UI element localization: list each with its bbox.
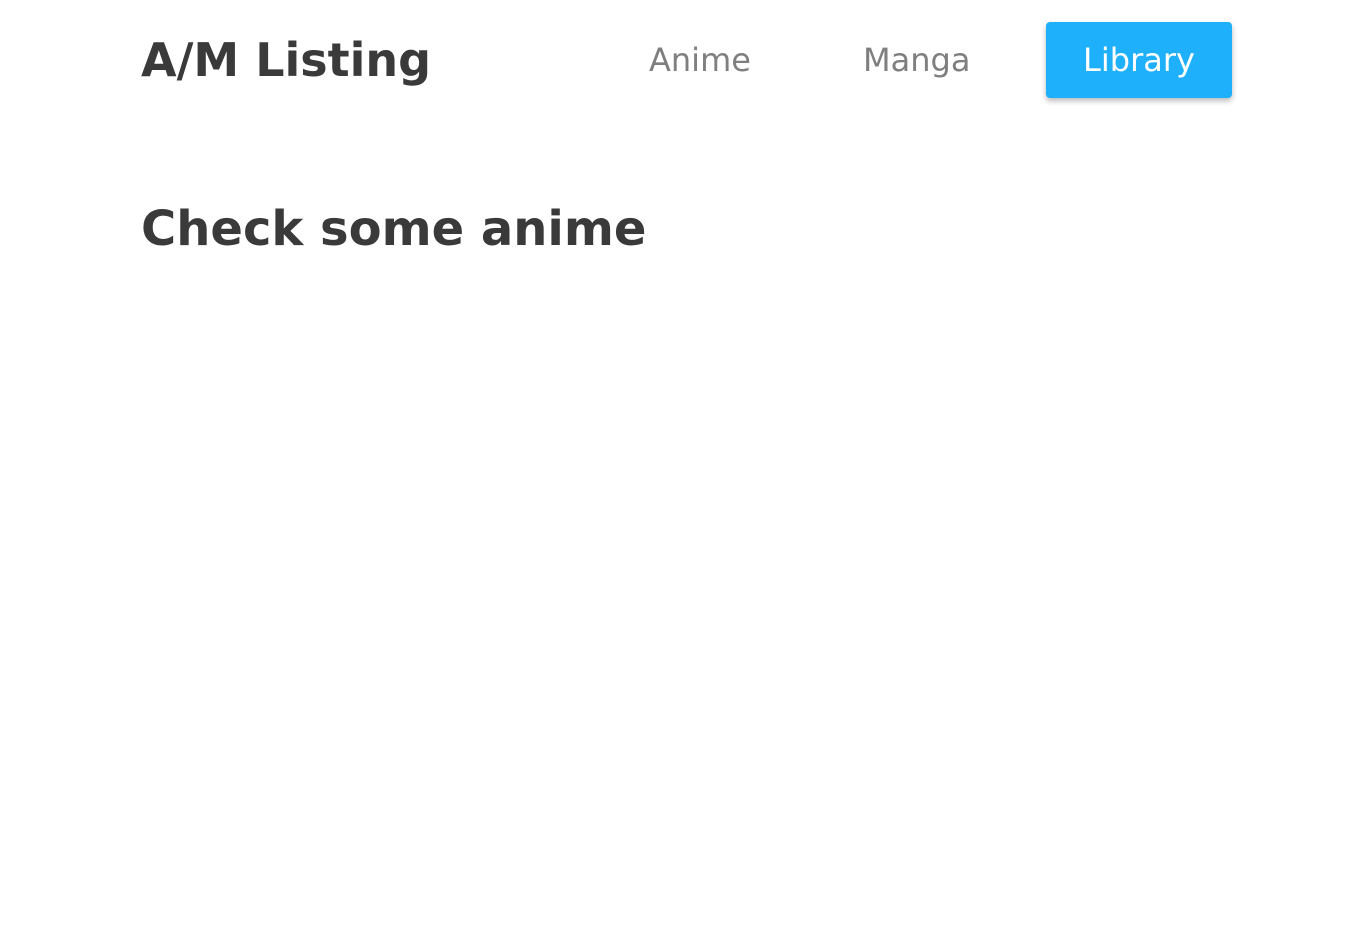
site-header: A/M Listing Anime Manga Library bbox=[0, 0, 1370, 120]
page-title: Check some anime bbox=[141, 201, 647, 257]
nav-link-anime[interactable]: Anime bbox=[649, 38, 751, 82]
nav-link-manga[interactable]: Manga bbox=[863, 38, 970, 82]
main-nav: Anime Manga Library bbox=[0, 0, 1370, 120]
nav-button-library[interactable]: Library bbox=[1046, 22, 1232, 98]
